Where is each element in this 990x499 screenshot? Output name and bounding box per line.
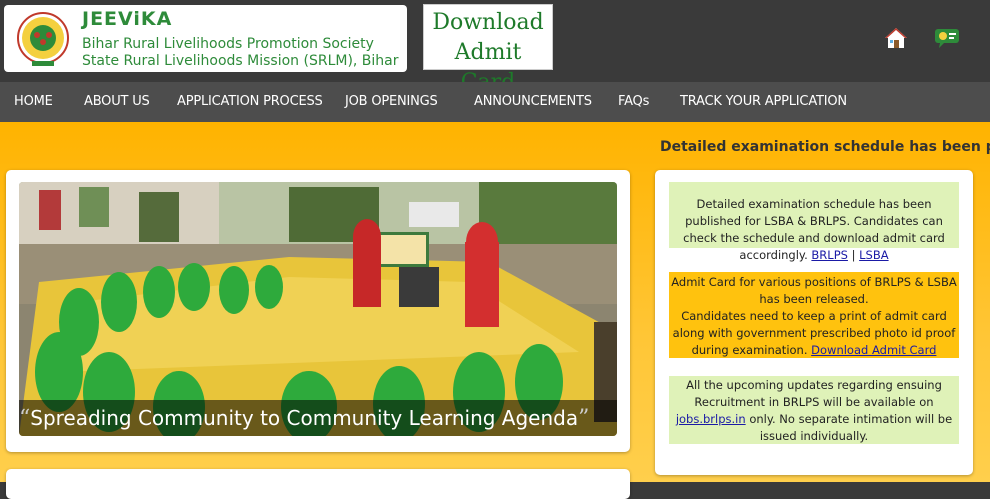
download-admit-card-link[interactable]: Download Admit Card (811, 343, 936, 357)
caption-open-quote: “ (19, 406, 31, 431)
slide-photo[interactable]: “Spreading Community to Community Learni… (19, 182, 617, 436)
main-nav: HOME ABOUT US APPLICATION PROCESS JOB OP… (0, 82, 990, 122)
language-icon[interactable] (932, 26, 962, 50)
download-label: Download (432, 10, 544, 35)
slide-caption-text: Spreading Community to Community Learnin… (30, 406, 579, 430)
org-name: JEEViKA (82, 8, 173, 30)
notice-recruitment-updates: All the upcoming updates regarding ensui… (669, 376, 959, 444)
news-ticker[interactable]: Detailed examination schedule has been p… (660, 139, 990, 155)
notice-board: Detailed examination schedule has been p… (655, 170, 973, 475)
lsba-link[interactable]: LSBA (859, 248, 888, 262)
home-icon[interactable] (884, 26, 908, 50)
nav-item-home[interactable]: HOME (14, 82, 53, 122)
logo-link[interactable]: JEEViKA Bihar Rural Livelihoods Promotio… (4, 5, 407, 72)
org-mission-name: State Rural Livelihoods Mission (SRLM), … (82, 53, 399, 69)
logo-emblem-icon (17, 12, 69, 66)
nav-item-track-application[interactable]: TRACK YOUR APPLICATION (680, 82, 847, 122)
download-admit-card-button[interactable]: Download Admit Card (423, 4, 553, 95)
link-separator: | (851, 248, 856, 262)
notice-recruitment-text-a: All the upcoming updates regarding ensui… (686, 378, 942, 409)
header: JEEViKA Bihar Rural Livelihoods Promotio… (0, 0, 990, 95)
nav-item-faqs[interactable]: FAQs (618, 82, 649, 122)
community-meeting-photo (19, 182, 617, 436)
main-content: Detailed examination schedule has been p… (0, 122, 990, 499)
nav-item-announcements[interactable]: ANNOUNCEMENTS (474, 82, 592, 122)
nav-item-about-us[interactable]: ABOUT US (84, 82, 150, 122)
notice-exam-schedule: Detailed examination schedule has been p… (669, 182, 959, 262)
slide-caption: “Spreading Community to Community Learni… (19, 400, 617, 436)
nav-item-job-openings[interactable]: JOB OPENINGS (345, 82, 438, 122)
nav-item-application-process[interactable]: APPLICATION PROCESS (177, 82, 323, 122)
brlps-link[interactable]: BRLPS (811, 248, 848, 262)
notice-admit-card-line1: Admit Card for various positions of BRLP… (671, 275, 957, 306)
image-slider: “Spreading Community to Community Learni… (6, 170, 630, 452)
org-full-name: Bihar Rural Livelihoods Promotion Societ… (82, 36, 374, 52)
notice-recruitment-text-b: only. No separate intimation will be iss… (749, 412, 953, 443)
caption-close-quote: ” (578, 406, 590, 431)
secondary-panel (6, 469, 630, 499)
jobs-portal-link[interactable]: jobs.brlps.in (676, 412, 746, 426)
notice-admit-card: Admit Card for various positions of BRLP… (669, 272, 959, 358)
